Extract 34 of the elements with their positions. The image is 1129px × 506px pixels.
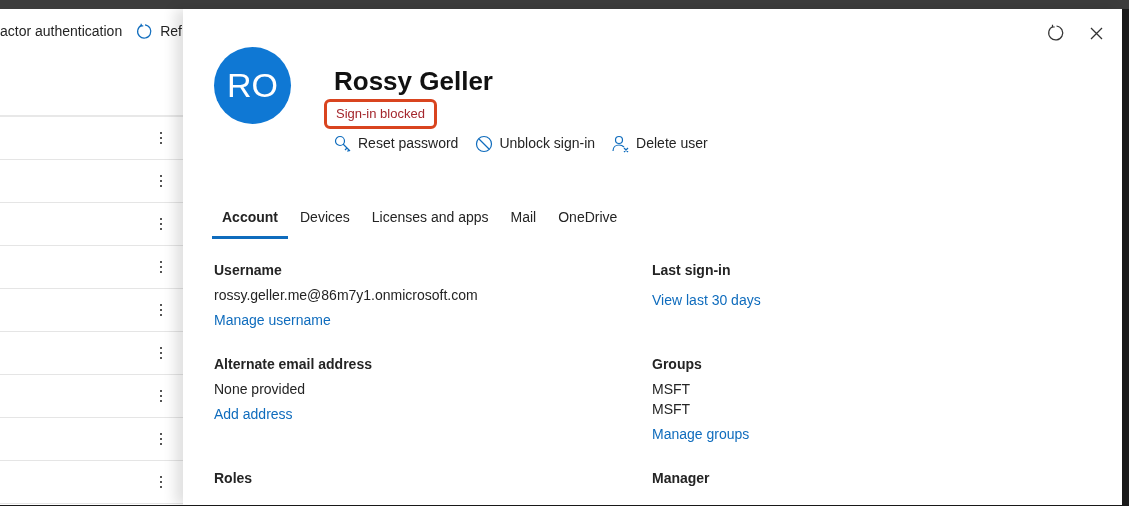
field-link[interactable]: View last 30 days — [652, 290, 761, 310]
field-label: Username — [214, 261, 283, 280]
field-value: None provided — [214, 380, 307, 399]
field-link[interactable]: Manage groups — [652, 424, 750, 444]
field-link[interactable]: Add address — [214, 404, 293, 424]
field-label: Roles — [214, 469, 254, 488]
refresh-icon — [1047, 24, 1065, 42]
close-icon — [1089, 26, 1103, 40]
refresh-button[interactable]: Ref — [136, 20, 182, 42]
field-label: Last sign-in — [652, 261, 732, 280]
field-value: rossy.geller.me@86m7y1.onmicrosoft.com — [214, 286, 479, 305]
field-value: MSFT — [652, 380, 692, 399]
block-icon — [475, 134, 494, 153]
user-name: Rossy Geller — [334, 65, 494, 97]
tab[interactable]: Account — [212, 199, 288, 239]
action-button[interactable]: Delete user — [612, 133, 708, 154]
field-link[interactable]: Manage username — [214, 310, 331, 330]
avatar: RO — [214, 47, 291, 124]
action-button[interactable]: Reset password — [334, 133, 459, 154]
tab[interactable]: OneDrive — [548, 199, 628, 239]
field-value: MSFT — [652, 400, 692, 419]
field-label: Alternate email address — [214, 355, 373, 374]
delete-user-icon — [612, 134, 631, 153]
action-button[interactable]: Unblock sign-in — [475, 133, 596, 154]
refresh-icon — [136, 22, 154, 40]
tab[interactable]: Licenses and apps — [361, 199, 499, 239]
tab[interactable]: Devices — [290, 199, 360, 239]
key-icon — [334, 134, 352, 153]
refresh-button[interactable] — [1046, 23, 1066, 43]
field-label: Manager — [652, 469, 711, 488]
tab[interactable]: Mail — [500, 199, 547, 239]
field-label: Groups — [652, 355, 703, 374]
status-badge: Sign-in blocked — [324, 99, 437, 129]
toolbar-text: actor authentication — [0, 21, 123, 41]
